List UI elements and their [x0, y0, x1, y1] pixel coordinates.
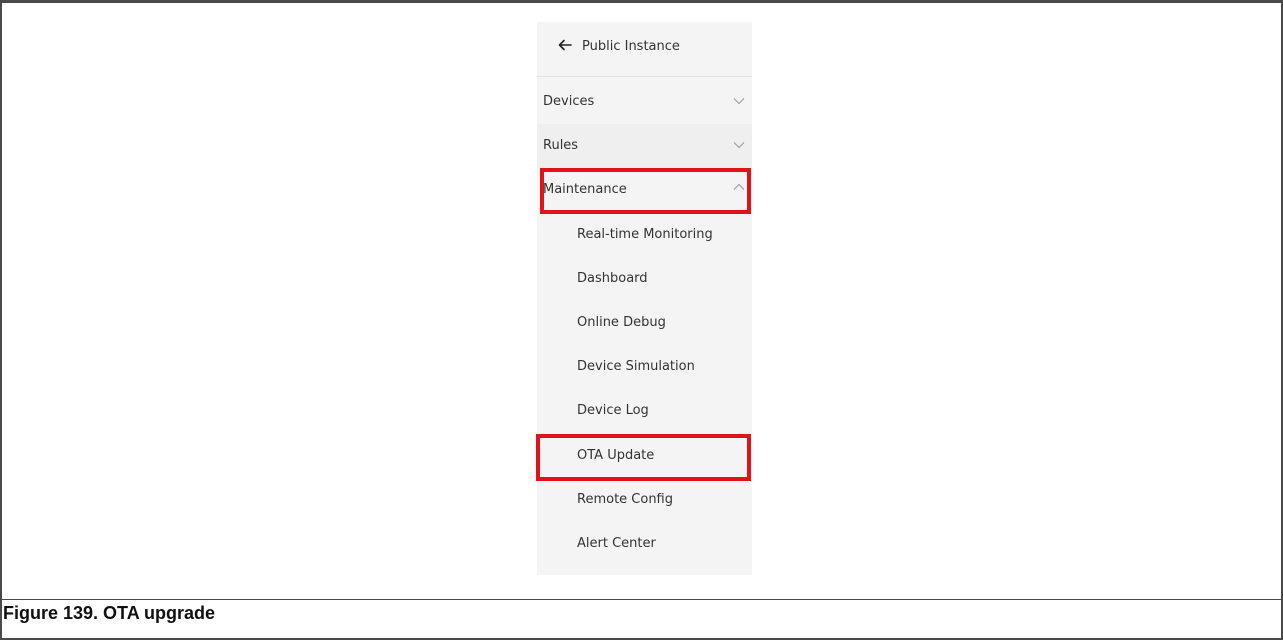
submenu-item-device-simulation[interactable]: Device Simulation: [537, 346, 752, 390]
submenu-item-label: Device Simulation: [577, 359, 695, 374]
submenu-item-real-time-monitoring[interactable]: Real-time Monitoring: [537, 214, 752, 258]
submenu-item-online-debug[interactable]: Online Debug: [537, 302, 752, 346]
submenu-item-label: Device Log: [577, 403, 649, 418]
back-to-public-instance[interactable]: Public Instance: [537, 22, 752, 77]
submenu-item-remote-config[interactable]: Remote Config: [537, 479, 752, 523]
submenu-item-label: Real-time Monitoring: [577, 227, 713, 242]
submenu-item-label: Dashboard: [577, 271, 648, 286]
chevron-down-icon: [733, 142, 745, 149]
submenu-item-label: Alert Center: [577, 536, 656, 551]
submenu-item-alert-center[interactable]: Alert Center: [537, 523, 752, 567]
console-sidebar: Public Instance Devices Rules Maintenanc…: [537, 22, 752, 575]
submenu-item-label: Online Debug: [577, 315, 666, 330]
highlight-box-maintenance: [540, 168, 751, 214]
chevron-down-icon: [733, 98, 745, 105]
sidebar-item-rules[interactable]: Rules: [537, 124, 752, 168]
sidebar-item-label: Devices: [543, 94, 595, 109]
back-label: Public Instance: [582, 39, 680, 54]
figure-caption: Figure 139. OTA upgrade: [0, 599, 1281, 638]
sidebar-item-devices[interactable]: Devices: [537, 80, 752, 124]
submenu-item-label: Remote Config: [577, 492, 674, 507]
submenu-item-device-log[interactable]: Device Log: [537, 390, 752, 434]
submenu-item-dashboard[interactable]: Dashboard: [537, 258, 752, 302]
sidebar-item-label: Rules: [543, 138, 579, 153]
arrow-left-icon: [558, 39, 572, 51]
highlight-box-ota-update: [536, 434, 751, 481]
